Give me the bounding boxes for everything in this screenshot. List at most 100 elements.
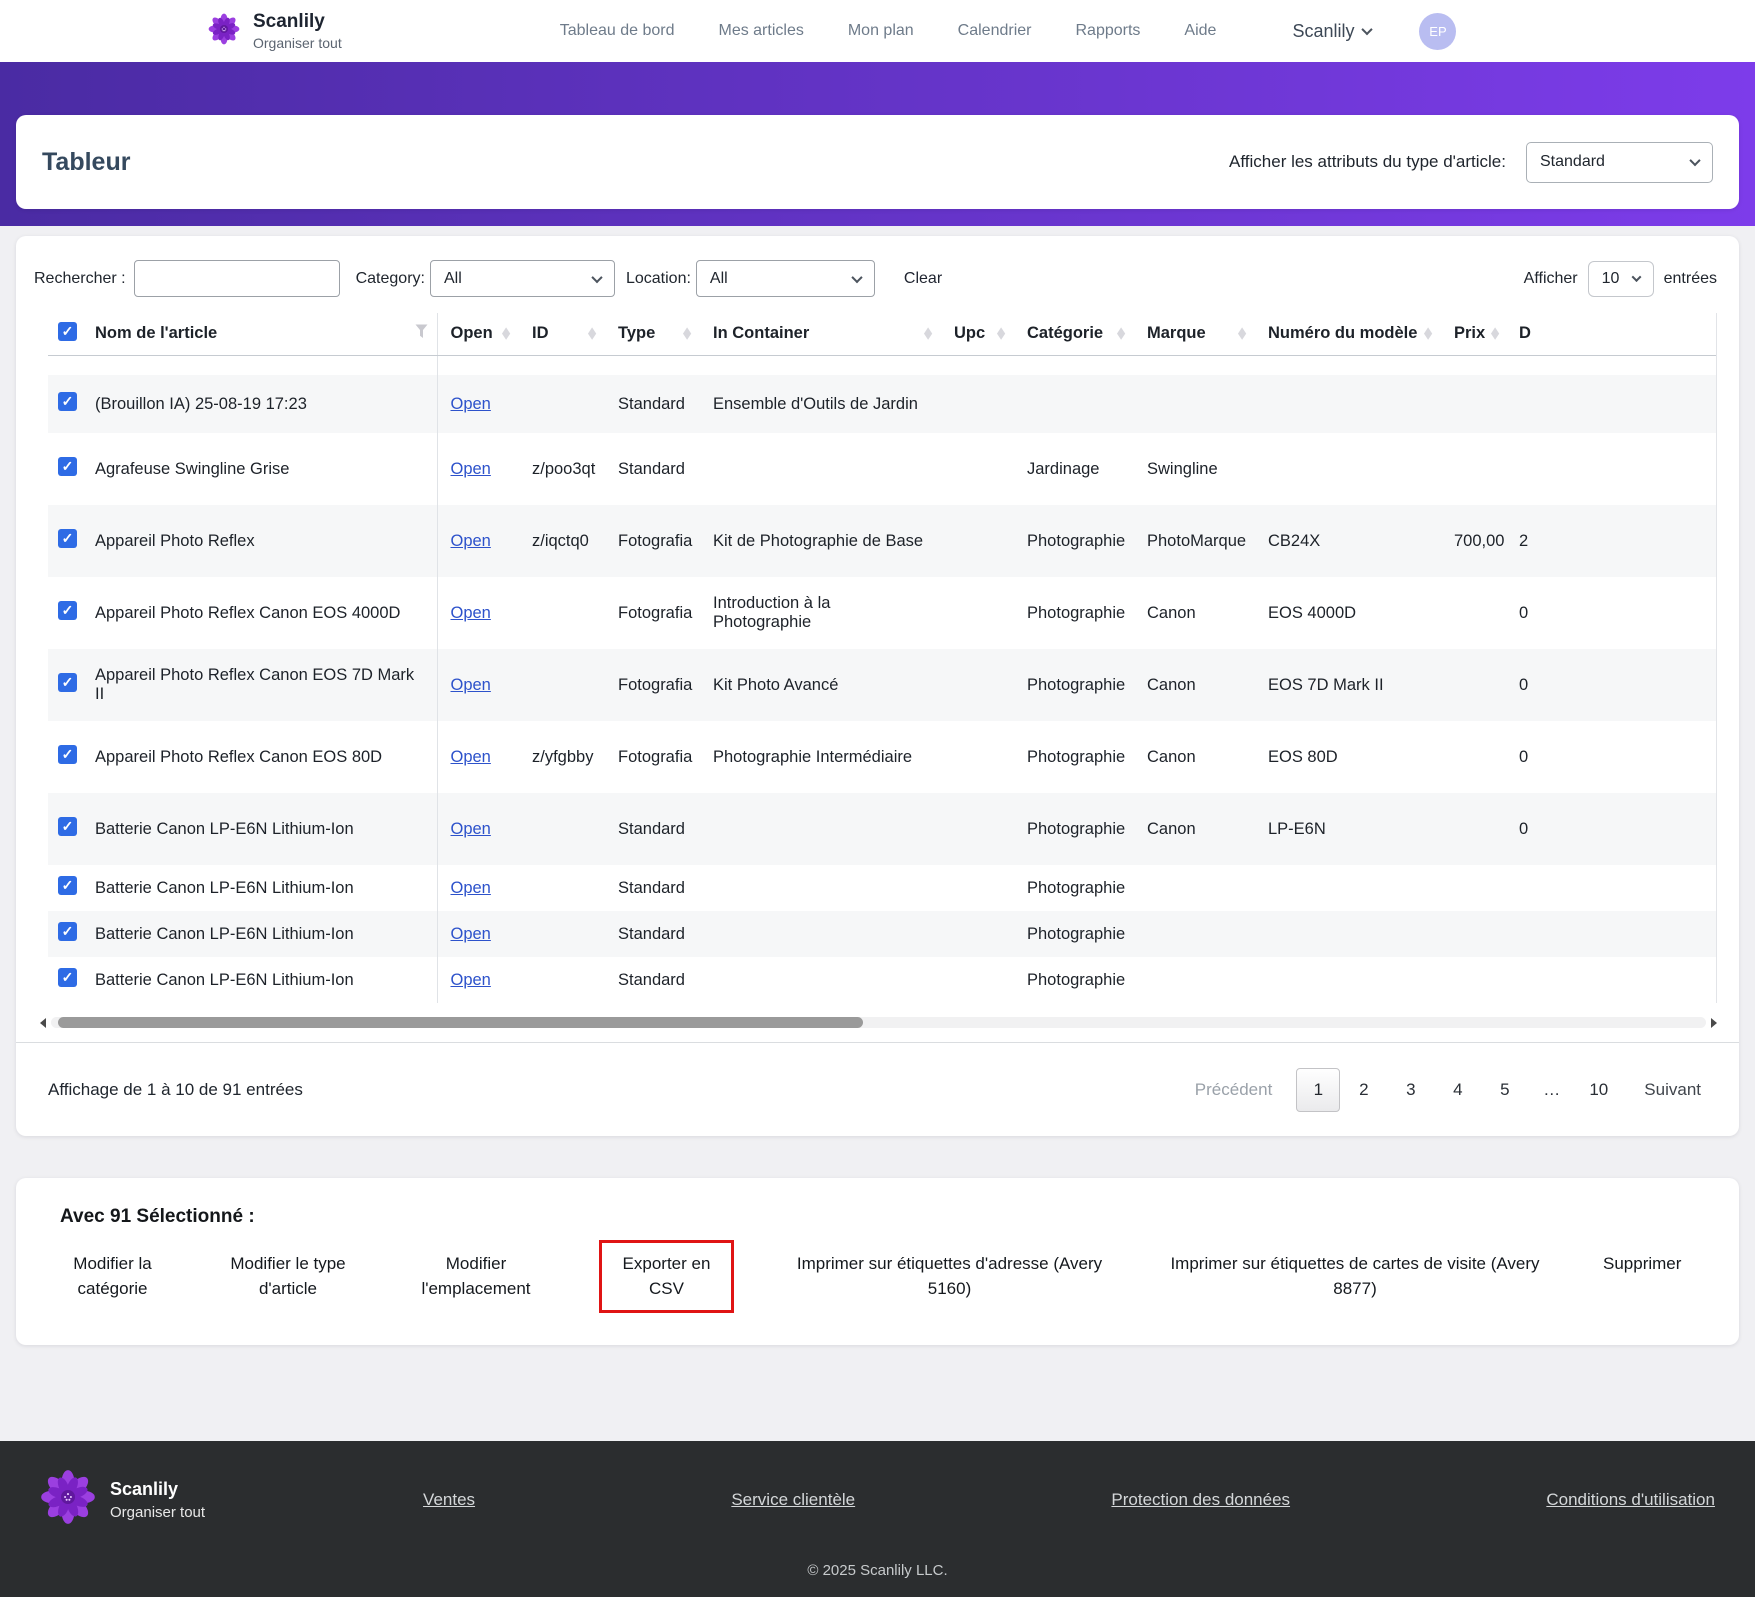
scrollbar-thumb[interactable]	[58, 1017, 863, 1028]
open-link[interactable]: Open	[451, 460, 491, 478]
cell-model: LP-E6N	[1268, 819, 1326, 838]
scrollbar-track[interactable]	[51, 1017, 1706, 1028]
cell-upc	[941, 911, 1014, 957]
action-edit-item-type[interactable]: Modifier le type d'article	[223, 1252, 353, 1301]
column-header-category[interactable]: Catégorie	[1027, 324, 1103, 343]
open-link[interactable]: Open	[451, 820, 491, 838]
page-number-button[interactable]: 4	[1434, 1080, 1481, 1100]
sort-icon[interactable]	[1238, 326, 1246, 343]
cell-price	[1441, 433, 1506, 505]
page-number-button[interactable]: …	[1528, 1080, 1575, 1100]
clear-button[interactable]: Clear	[904, 270, 942, 288]
column-header-id[interactable]: ID	[532, 324, 549, 343]
footer-link[interactable]: Ventes	[423, 1490, 475, 1510]
pager: Précédent 1 2 3 4 5… 10 Suivant	[1195, 1067, 1701, 1112]
column-header-model[interactable]: Numéro du modèle	[1268, 324, 1417, 343]
column-header-price[interactable]: Prix	[1454, 324, 1485, 343]
open-link[interactable]: Open	[451, 604, 491, 622]
sort-icon[interactable]	[1117, 326, 1125, 343]
scroll-left-arrow-icon[interactable]	[40, 1017, 46, 1028]
sort-icon[interactable]	[683, 326, 691, 343]
nav-item[interactable]: Rapports	[1075, 22, 1140, 40]
cell-category: Photographie	[1027, 878, 1126, 897]
open-link[interactable]: Open	[451, 925, 491, 943]
nav-item[interactable]: Tableau de bord	[560, 22, 675, 40]
open-link[interactable]: Open	[451, 395, 491, 413]
action-print-business-card-labels[interactable]: Imprimer sur étiquettes de cartes de vis…	[1165, 1252, 1545, 1301]
sort-icon[interactable]	[588, 326, 596, 343]
cell-container	[700, 911, 941, 957]
attribute-type-select[interactable]: Standard	[1526, 141, 1713, 183]
row-checkbox[interactable]	[58, 876, 77, 895]
top-header: Scanlily Organiser tout Tableau de bord M…	[0, 0, 1755, 62]
column-header-d[interactable]: D	[1519, 324, 1531, 343]
column-header-brand[interactable]: Marque	[1147, 324, 1206, 343]
sort-icon[interactable]	[1491, 326, 1499, 343]
row-checkbox[interactable]	[58, 457, 77, 476]
cell-type: Standard	[618, 819, 685, 838]
sort-icon[interactable]	[997, 326, 1005, 343]
cell-brand: Canon	[1147, 603, 1196, 622]
row-checkbox[interactable]	[58, 968, 77, 987]
page-number-button[interactable]: 10	[1575, 1080, 1622, 1100]
current-page-button[interactable]: 1	[1296, 1067, 1341, 1112]
action-edit-category[interactable]: Modifier la catégorie	[60, 1252, 165, 1301]
column-header-type[interactable]: Type	[618, 324, 655, 343]
row-checkbox[interactable]	[58, 392, 77, 411]
nav-item[interactable]: Calendrier	[958, 22, 1032, 40]
sort-icon[interactable]	[1424, 326, 1432, 343]
scroll-right-arrow-icon[interactable]	[1711, 1017, 1717, 1028]
row-checkbox[interactable]	[58, 529, 77, 548]
open-link[interactable]: Open	[451, 971, 491, 989]
open-link[interactable]: Open	[451, 532, 491, 550]
cell-model	[1255, 433, 1441, 505]
nav-item[interactable]: Aide	[1184, 22, 1216, 40]
open-link[interactable]: Open	[451, 676, 491, 694]
nav-item[interactable]: Mon plan	[848, 22, 914, 40]
horizontal-scrollbar	[40, 1017, 1717, 1028]
cell-brand: PhotoMarque	[1147, 531, 1247, 550]
cell-model	[1255, 865, 1441, 911]
page-number-button[interactable]: 2	[1340, 1080, 1387, 1100]
column-header-upc[interactable]: Upc	[954, 324, 985, 343]
previous-page-button[interactable]: Précédent	[1195, 1080, 1273, 1100]
select-all-checkbox[interactable]	[58, 321, 77, 341]
column-header-name[interactable]: Nom de l'article	[95, 324, 217, 343]
sort-icon[interactable]	[502, 326, 510, 343]
brand-tagline: Organiser tout	[253, 35, 342, 51]
sort-icon[interactable]	[924, 326, 932, 343]
cell-container: Kit de Photographie de Base	[713, 531, 924, 550]
open-link[interactable]: Open	[451, 879, 491, 897]
page-number-button[interactable]: 5	[1481, 1080, 1528, 1100]
attribute-type-value: Standard	[1540, 153, 1605, 170]
highlight-box: Exporter en CSV	[599, 1240, 734, 1314]
row-checkbox[interactable]	[58, 745, 77, 764]
footer-link[interactable]: Conditions d'utilisation	[1546, 1490, 1715, 1510]
location-select[interactable]: All	[695, 260, 875, 297]
filter-icon[interactable]	[415, 324, 428, 344]
next-page-button[interactable]: Suivant	[1644, 1080, 1701, 1100]
row-checkbox[interactable]	[58, 922, 77, 941]
footer-link[interactable]: Service clientèle	[731, 1490, 855, 1510]
column-header-open[interactable]: Open	[451, 324, 493, 343]
footer-link[interactable]: Protection des données	[1111, 1490, 1290, 1510]
open-link[interactable]: Open	[451, 748, 491, 766]
row-checkbox[interactable]	[58, 673, 77, 692]
page-number-button[interactable]: 3	[1387, 1080, 1434, 1100]
table-row: Appareil Photo Reflex Canon EOS 4000D Op…	[48, 577, 1716, 649]
category-select[interactable]: All	[429, 260, 615, 297]
action-delete[interactable]: Supprimer	[1603, 1252, 1681, 1277]
row-checkbox[interactable]	[58, 601, 77, 620]
page-length-select[interactable]: 10	[1587, 260, 1654, 297]
avatar[interactable]: EP	[1419, 12, 1457, 50]
account-menu[interactable]: Scanlily	[1292, 21, 1374, 42]
action-export-csv[interactable]: Exporter en CSV	[614, 1252, 719, 1301]
row-checkbox[interactable]	[58, 817, 77, 836]
cell-d: 0	[1519, 675, 1529, 694]
search-input[interactable]	[133, 260, 340, 297]
column-header-container[interactable]: In Container	[713, 324, 809, 343]
nav-item[interactable]: Mes articles	[718, 22, 803, 40]
cell-container: Introduction à la Photographie	[713, 594, 831, 631]
action-edit-location[interactable]: Modifier l'emplacement	[411, 1252, 541, 1301]
action-print-address-labels[interactable]: Imprimer sur étiquettes d'adresse (Avery…	[792, 1252, 1107, 1301]
